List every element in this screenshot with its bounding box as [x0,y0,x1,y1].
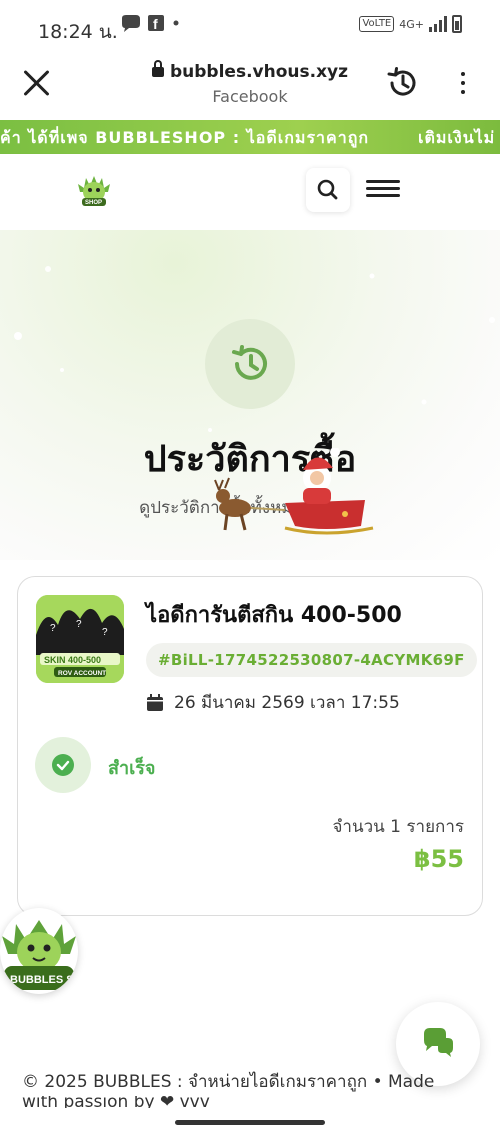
product-name: ไอดีการันตีสกิน 400-500 [146,603,402,628]
order-date-row: 26 มีนาคม 2569 เวลา 17:55 [146,689,400,716]
svg-text:?: ? [50,623,56,634]
url-display[interactable]: bubbles.vhous.xyz Facebook [150,60,350,106]
status-bar: 18:24 น. f VoLTE 4G+ [0,0,500,50]
status-time: 18:24 น. [38,21,118,43]
history-hero-icon [205,319,295,409]
order-status: สำเร็จ [108,758,156,779]
marquee-text: ค้า ได้ที่เพจ BUBBLESHOP : ไอดีเกมราคาถู… [0,128,370,147]
battery-icon [452,15,462,33]
page-hero: ประวัติการซื้อ ดูประวัติการซื้อทั้งหมดขอ… [0,230,500,560]
svg-text:?: ? [102,627,108,638]
hamburger-menu-icon[interactable] [366,180,400,200]
mascot-label: BUBBLES SHOP [10,974,78,986]
footer-credit: with passion by ❤ vvv [22,1096,210,1108]
mascot-logo[interactable]: BUBBLES SHOP [0,908,78,994]
svg-text:?: ? [76,619,82,630]
volte-icon: VoLTE [359,16,395,32]
search-button[interactable] [306,168,350,212]
site-header: SHOP [0,154,500,230]
bill-id-badge: #BiLL-1774522530807-4ACYMK69F [146,643,477,677]
status-right: VoLTE 4G+ [359,15,462,33]
santa-sleigh-decoration [205,447,375,538]
svg-text:SHOP: SHOP [85,200,102,206]
thumb-text-2: ROV ACCOUNT [58,670,106,677]
order-quantity: จำนวน 1 รายการ [332,817,464,837]
order-price: ฿55 [413,845,464,873]
check-icon [52,754,74,776]
notification-icons: f [120,14,180,39]
url-source: Facebook [212,87,288,106]
home-indicator[interactable] [175,1120,325,1125]
site-logo[interactable]: SHOP [76,172,112,208]
calendar-icon [146,693,164,712]
product-thumbnail: ? ? ? SKIN 400-500 ROV ACCOUNT [36,595,124,683]
marquee-text-2: เติมเงินไม่ [418,128,496,147]
network-type: 4G+ [399,17,424,31]
history-icon[interactable] [386,66,420,100]
lock-icon [151,60,164,77]
announcement-marquee: ค้า ได้ที่เพจ BUBBLESHOP : ไอดีเกมราคาถู… [0,120,500,154]
order-date: 26 มีนาคม 2569 เวลา 17:55 [174,693,400,713]
search-icon [317,179,338,200]
more-options-icon[interactable] [457,72,469,96]
order-card[interactable]: ? ? ? SKIN 400-500 ROV ACCOUNT ไอดีการัน… [17,576,483,916]
close-icon[interactable] [22,68,52,98]
svg-text:f: f [153,16,158,32]
browser-toolbar: bubbles.vhous.xyz Facebook [0,50,500,120]
signal-icon [429,16,447,32]
footer-copyright: © 2025 BUBBLES : จำหน่ายไอดีเกมราคาถูก •… [22,1072,435,1092]
thumb-text-1: SKIN 400-500 [44,655,101,665]
status-indicator [35,737,91,793]
url-text: bubbles.vhous.xyz [169,62,349,82]
